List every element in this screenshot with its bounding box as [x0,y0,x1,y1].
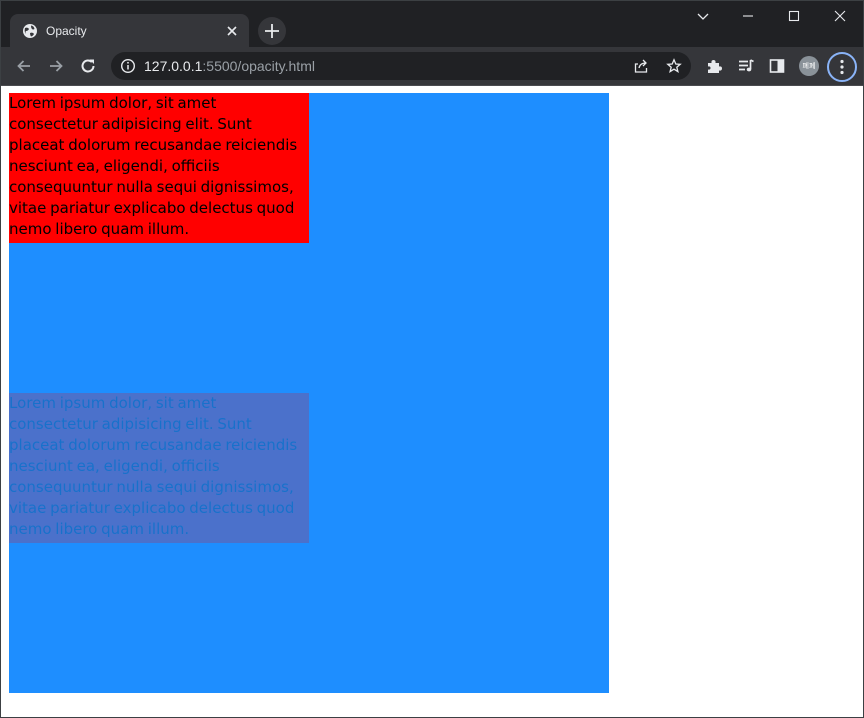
share-icon[interactable] [633,58,649,74]
reload-icon [81,59,95,73]
tab-title: Opacity [46,24,87,38]
address-bar[interactable]: 127.0.0.1:5500/opacity.html [111,52,691,80]
arrow-left-icon [17,60,30,72]
close-icon [834,10,846,22]
tab-search-button[interactable] [680,1,726,31]
reload-button[interactable] [77,55,99,77]
browser-menu-button[interactable] [827,52,857,82]
translucent-text-box: Lorem ipsum dolor, sit amet consectetur … [9,393,309,543]
profile-avatar[interactable]: 폐폐 [799,56,819,76]
info-icon[interactable] [120,58,136,74]
url-path: :5500/opacity.html [202,58,315,74]
plus-icon [265,24,279,38]
maximize-button[interactable] [771,1,817,31]
close-window-button[interactable] [817,1,863,31]
url-host: 127.0.0.1 [144,58,203,74]
url-text: 127.0.0.1:5500/opacity.html [144,58,315,74]
page-viewport: Lorem ipsum dolor, sit amet consectetur … [1,86,863,717]
browser-window: Opacity 127.0.0.1:5500/opacity.html 폐폐 L… [0,0,864,718]
kebab-menu-icon [840,59,844,75]
side-panel-button[interactable] [766,55,788,77]
new-tab-button[interactable] [258,17,286,45]
back-button[interactable] [13,55,35,77]
close-icon[interactable] [224,23,240,39]
star-icon[interactable] [666,58,682,74]
extensions-button[interactable] [703,55,725,77]
tab-opacity[interactable]: Opacity [10,14,249,47]
globe-icon [22,23,38,39]
browser-toolbar: 127.0.0.1:5500/opacity.html 폐폐 [1,47,863,86]
tab-strip: Opacity [1,1,863,47]
arrow-right-icon [50,60,63,72]
side-panel-icon [769,59,785,73]
forward-button[interactable] [45,55,67,77]
media-queue-icon [739,59,754,72]
chevron-down-icon [697,13,709,20]
opaque-text-box: Lorem ipsum dolor, sit amet consectetur … [9,93,309,243]
outer-box: Lorem ipsum dolor, sit amet consectetur … [9,93,609,693]
minimize-button[interactable] [725,1,771,31]
puzzle-icon [708,60,722,73]
media-button[interactable] [735,55,757,77]
maximize-icon [788,10,800,22]
minimize-icon [743,15,753,17]
